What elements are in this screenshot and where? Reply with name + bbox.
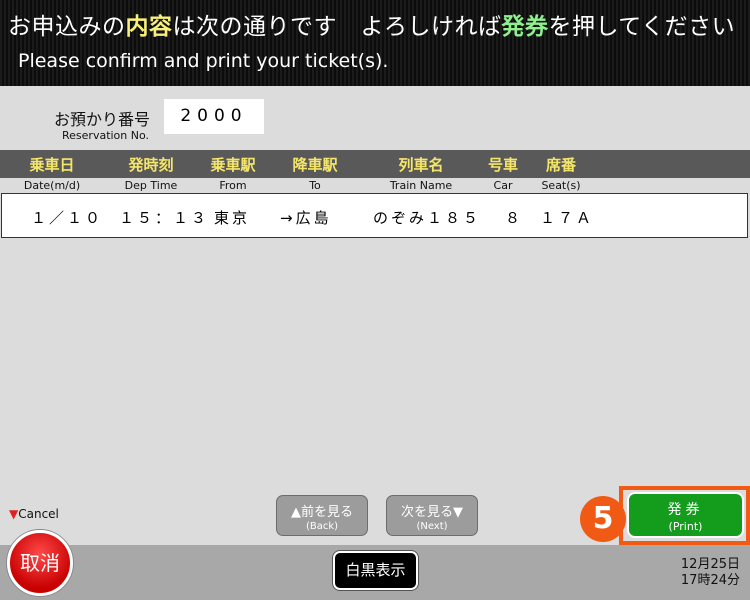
col-dep-time-en: Dep Time [124,179,178,192]
col-from-jp: 乗車駅 [210,156,256,174]
monochrome-display-button[interactable]: 白黒表示 [333,551,418,590]
triangle-down-icon: ▼ [9,507,19,521]
cell-train-name: のぞみ１８５ [373,209,482,227]
col-date-en: Date(m/d) [23,179,81,192]
cell-from: 東京 [214,209,251,227]
datetime-display: 12月25日 17時24分 [681,557,740,589]
highlight-ticket: 発券 [501,14,549,40]
time-text: 17時24分 [680,573,740,588]
cell-dep-time: １５：１３ [119,209,210,227]
next-page-button[interactable]: 次を見る▼ (Next) [386,495,478,536]
next-page-label: 次を見る▼ [401,505,463,520]
col-seat-jp: 席番 [545,156,577,174]
col-to-en: To [309,179,321,192]
print-label: 発券 [667,502,704,518]
table-subheader [0,178,750,193]
reservation-label-en: Reservation No. [62,129,150,142]
instruction-jp: お申込みの内容は次の通りです よろしければ発券を押してください [8,14,736,40]
print-sub: (Print) [668,520,703,533]
cell-car: ８ [505,209,524,227]
col-car-en: Car [493,179,513,192]
prev-page-label: ▲前を見る [291,505,353,520]
cell-to: →広島 [280,209,332,227]
print-button[interactable]: 発券 (Print) [627,492,744,538]
cell-seat: １７Ａ [540,209,595,227]
col-dep-time-jp: 発時刻 [128,156,174,174]
col-from-en: From [219,179,247,192]
prev-page-sub: (Back) [305,521,339,532]
date-text: 12月25日 [680,557,740,572]
prev-page-button[interactable]: ▲前を見る (Back) [276,495,368,536]
step-number-badge: 5 [580,496,626,542]
col-date-jp: 乗車日 [29,156,75,174]
reservation-label-jp: お預かり番号 [54,110,151,129]
col-to-jp: 降車駅 [292,156,338,174]
reservation-number: 2000 [164,99,264,134]
header-banner: お申込みの内容は次の通りです よろしければ発券を押してください Please c… [0,0,750,86]
instruction-en: Please confirm and print your ticket(s). [18,50,389,72]
col-train-en: Train Name [389,179,453,192]
col-train-jp: 列車名 [398,156,444,174]
next-page-sub: (Next) [416,521,448,532]
highlight-content: 内容 [125,14,173,40]
cell-date: １／１０ [31,209,104,227]
col-seat-en: Seat(s) [541,179,581,192]
cancel-hint: ▼Cancel [9,507,59,521]
table-header [0,150,750,178]
cancel-button[interactable]: 取消 [7,530,73,596]
col-car-jp: 号車 [487,156,519,174]
